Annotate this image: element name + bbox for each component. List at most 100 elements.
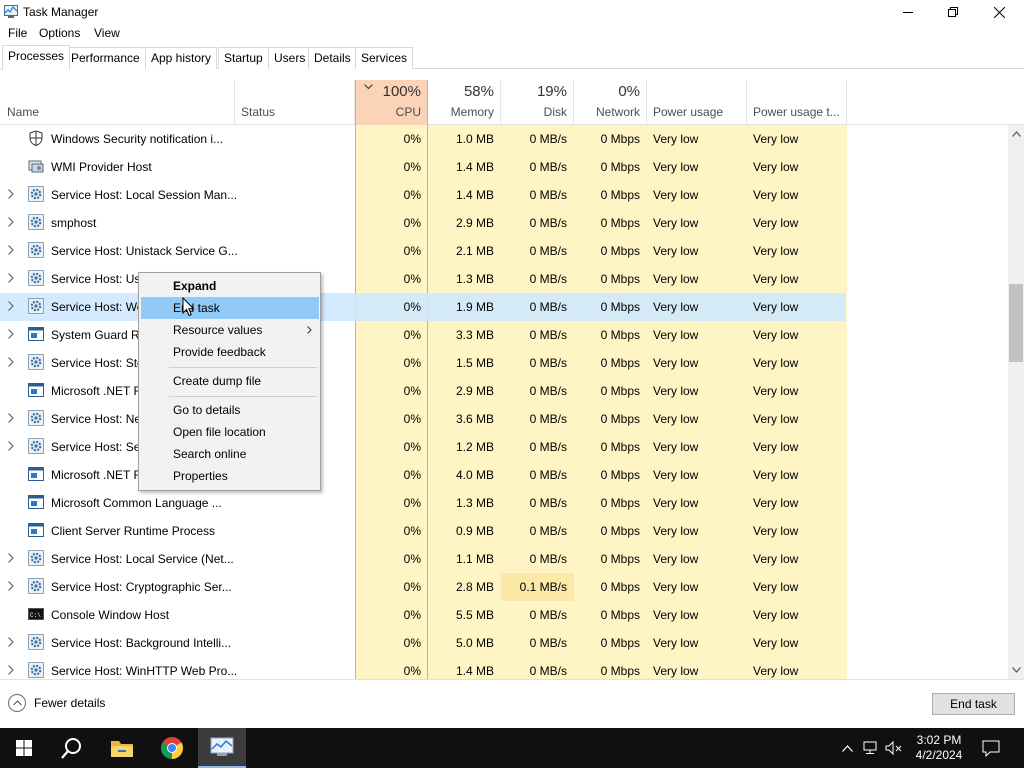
process-row[interactable]: System Guard Ru 0% 3.3 MB 0 MB/s 0 Mbps Very … — [0, 321, 846, 349]
ctx-provide-feedback[interactable]: Provide feedback — [141, 341, 319, 363]
process-network: 0 Mbps — [600, 440, 640, 454]
process-row[interactable]: Service Host: Sto 0% 1.5 MB 0 MB/s 0 Mbps Ver… — [0, 349, 846, 377]
cpu-column-header[interactable]: 100% CPU — [355, 80, 428, 125]
process-memory: 3.6 MB — [455, 412, 494, 426]
ctx-open-file-location[interactable]: Open file location — [141, 421, 319, 443]
vertical-scrollbar[interactable] — [1008, 125, 1024, 679]
end-task-button[interactable]: End task — [932, 693, 1015, 715]
power-usage-trend-header-label: Power usage t... — [753, 105, 840, 119]
tab-processes[interactable]: Processes — [2, 45, 71, 70]
action-center-button[interactable] — [976, 728, 1006, 768]
chevron-right-icon[interactable] — [8, 581, 14, 591]
search-button[interactable] — [48, 728, 96, 768]
tab-details[interactable]: Details — [308, 47, 357, 69]
process-power-trend: Very low — [753, 412, 799, 426]
ctx-properties[interactable]: Properties — [141, 465, 319, 487]
chevron-right-icon[interactable] — [8, 273, 14, 283]
menu-view[interactable]: View — [94, 26, 120, 40]
ctx-end-task[interactable]: End task — [141, 297, 319, 319]
power-usage-column-header[interactable]: Power usage — [647, 80, 747, 125]
chevron-right-icon[interactable] — [8, 245, 14, 255]
process-row[interactable]: Service Host: Unistack Service G... 0% 2.1… — [0, 237, 846, 265]
disk-column-header[interactable]: 19% Disk — [501, 80, 574, 125]
tab-services[interactable]: Services — [355, 47, 414, 69]
process-row[interactable]: Service Host: Ne 0% 3.6 MB 0 MB/s 0 Mbps Very… — [0, 405, 846, 433]
process-row[interactable]: Service Host: Local Service (Net... 0% 1.1… — [0, 545, 846, 573]
process-power-trend: Very low — [753, 664, 799, 678]
menu-file[interactable]: File — [8, 26, 27, 40]
status-column-header[interactable]: Status — [235, 80, 355, 125]
volume-tray-button[interactable] — [883, 728, 905, 768]
process-row[interactable]: smphost 0% 2.9 MB 0 MB/s 0 Mbps Very low Very … — [0, 209, 846, 237]
chevron-right-icon[interactable] — [8, 553, 14, 563]
process-power-usage: Very low — [653, 496, 699, 510]
process-power-usage: Very low — [653, 664, 699, 678]
power-usage-trend-column-header[interactable]: Power usage t... — [747, 80, 847, 125]
chevron-right-icon[interactable] — [8, 441, 14, 451]
process-power-trend: Very low — [753, 608, 799, 622]
process-cpu: 0% — [403, 328, 421, 342]
process-network: 0 Mbps — [600, 608, 640, 622]
process-cpu: 0% — [403, 580, 421, 594]
process-row[interactable]: Microsoft .NET F 0% 4.0 MB 0 MB/s 0 Mbps Very… — [0, 461, 846, 489]
sort-descending-icon — [364, 84, 373, 90]
chevron-right-icon[interactable] — [8, 413, 14, 423]
process-row[interactable]: Service Host: Ser 0% 1.2 MB 0 MB/s 0 Mbps Ver… — [0, 433, 846, 461]
ctx-create-dump-file[interactable]: Create dump file — [141, 370, 319, 392]
ctx-resource-values[interactable]: Resource values — [141, 319, 319, 341]
tab-app-history[interactable]: App history — [145, 47, 218, 69]
chevron-right-icon[interactable] — [8, 637, 14, 647]
process-name: smphost — [51, 216, 97, 230]
process-row[interactable]: Service Host: We 0% 1.9 MB 0 MB/s 0 Mbps Very… — [0, 293, 846, 321]
process-row[interactable]: Service Host: Local Session Man... 0% 1.4 … — [0, 181, 846, 209]
menu-bar: File Options View — [0, 24, 1024, 43]
chevron-right-icon[interactable] — [8, 217, 14, 227]
process-power-usage: Very low — [653, 524, 699, 538]
tab-users[interactable]: Users — [268, 47, 312, 69]
menu-options[interactable]: Options — [39, 26, 80, 40]
memory-header-label: Memory — [450, 105, 494, 119]
title-bar[interactable]: Task Manager — [0, 0, 1024, 24]
process-row[interactable]: Service Host: WinHTTP Web Pro... 0% 1.4 MB… — [0, 657, 846, 679]
process-row[interactable]: Service Host: Use 0% 1.3 MB 0 MB/s 0 Mbps Ver… — [0, 265, 846, 293]
process-row[interactable]: Client Server Runtime Process 0% 0.9 MB 0 M… — [0, 517, 846, 545]
chrome-button[interactable] — [148, 728, 196, 768]
task-manager-taskbar-button[interactable] — [198, 728, 246, 768]
show-hidden-icons-button[interactable] — [836, 728, 858, 768]
chevron-up-icon — [8, 694, 26, 712]
chevron-right-icon[interactable] — [8, 665, 14, 675]
restore-button[interactable] — [930, 0, 976, 24]
clock[interactable]: 3:02 PM 4/2/2024 — [906, 733, 972, 763]
process-row[interactable]: Service Host: Cryptographic Ser... 0% 2.8 … — [0, 573, 846, 601]
process-network: 0 Mbps — [600, 356, 640, 370]
process-row[interactable]: WMI Provider Host 0% 1.4 MB 0 MB/s 0 Mbps Ver… — [0, 153, 846, 181]
cpu-header-label: CPU — [395, 105, 421, 119]
ctx-search-online[interactable]: Search online — [141, 443, 319, 465]
ctx-expand[interactable]: Expand — [141, 275, 319, 297]
memory-column-header[interactable]: 58% Memory — [428, 80, 501, 125]
chevron-right-icon[interactable] — [8, 189, 14, 199]
network-column-header[interactable]: 0% Network — [574, 80, 647, 125]
ctx-go-to-details[interactable]: Go to details — [141, 399, 319, 421]
tab-performance[interactable]: Performance — [65, 47, 146, 69]
process-row[interactable]: C:\ Console Window Host 0% 5.5 MB 0 MB/s 0 Mb… — [0, 601, 846, 629]
scrollbar-thumb[interactable] — [1009, 284, 1023, 362]
network-tray-button[interactable] — [860, 728, 882, 768]
chevron-right-icon[interactable] — [8, 329, 14, 339]
chevron-right-icon[interactable] — [8, 357, 14, 367]
process-row[interactable]: Microsoft Common Language ... 0% 1.3 MB 0 M… — [0, 489, 846, 517]
status-header-label: Status — [241, 105, 276, 119]
fewer-details-link[interactable]: Fewer details — [8, 694, 105, 712]
start-button[interactable] — [0, 728, 48, 768]
chevron-right-icon[interactable] — [8, 301, 14, 311]
process-power-trend: Very low — [753, 636, 799, 650]
minimize-button[interactable] — [885, 0, 931, 24]
process-row[interactable]: Microsoft .NET F 0% 2.9 MB 0 MB/s 0 Mbps Very… — [0, 377, 846, 405]
process-disk: 0 MB/s — [529, 188, 567, 202]
process-row[interactable]: Windows Security notification i... 0% 1.0 … — [0, 125, 846, 153]
tab-startup[interactable]: Startup — [218, 47, 269, 69]
close-button[interactable] — [976, 0, 1022, 24]
process-row[interactable]: Service Host: Background Intelli... 0% 5.0… — [0, 629, 846, 657]
file-explorer-button[interactable] — [98, 728, 146, 768]
chevron-up-icon — [841, 744, 853, 752]
